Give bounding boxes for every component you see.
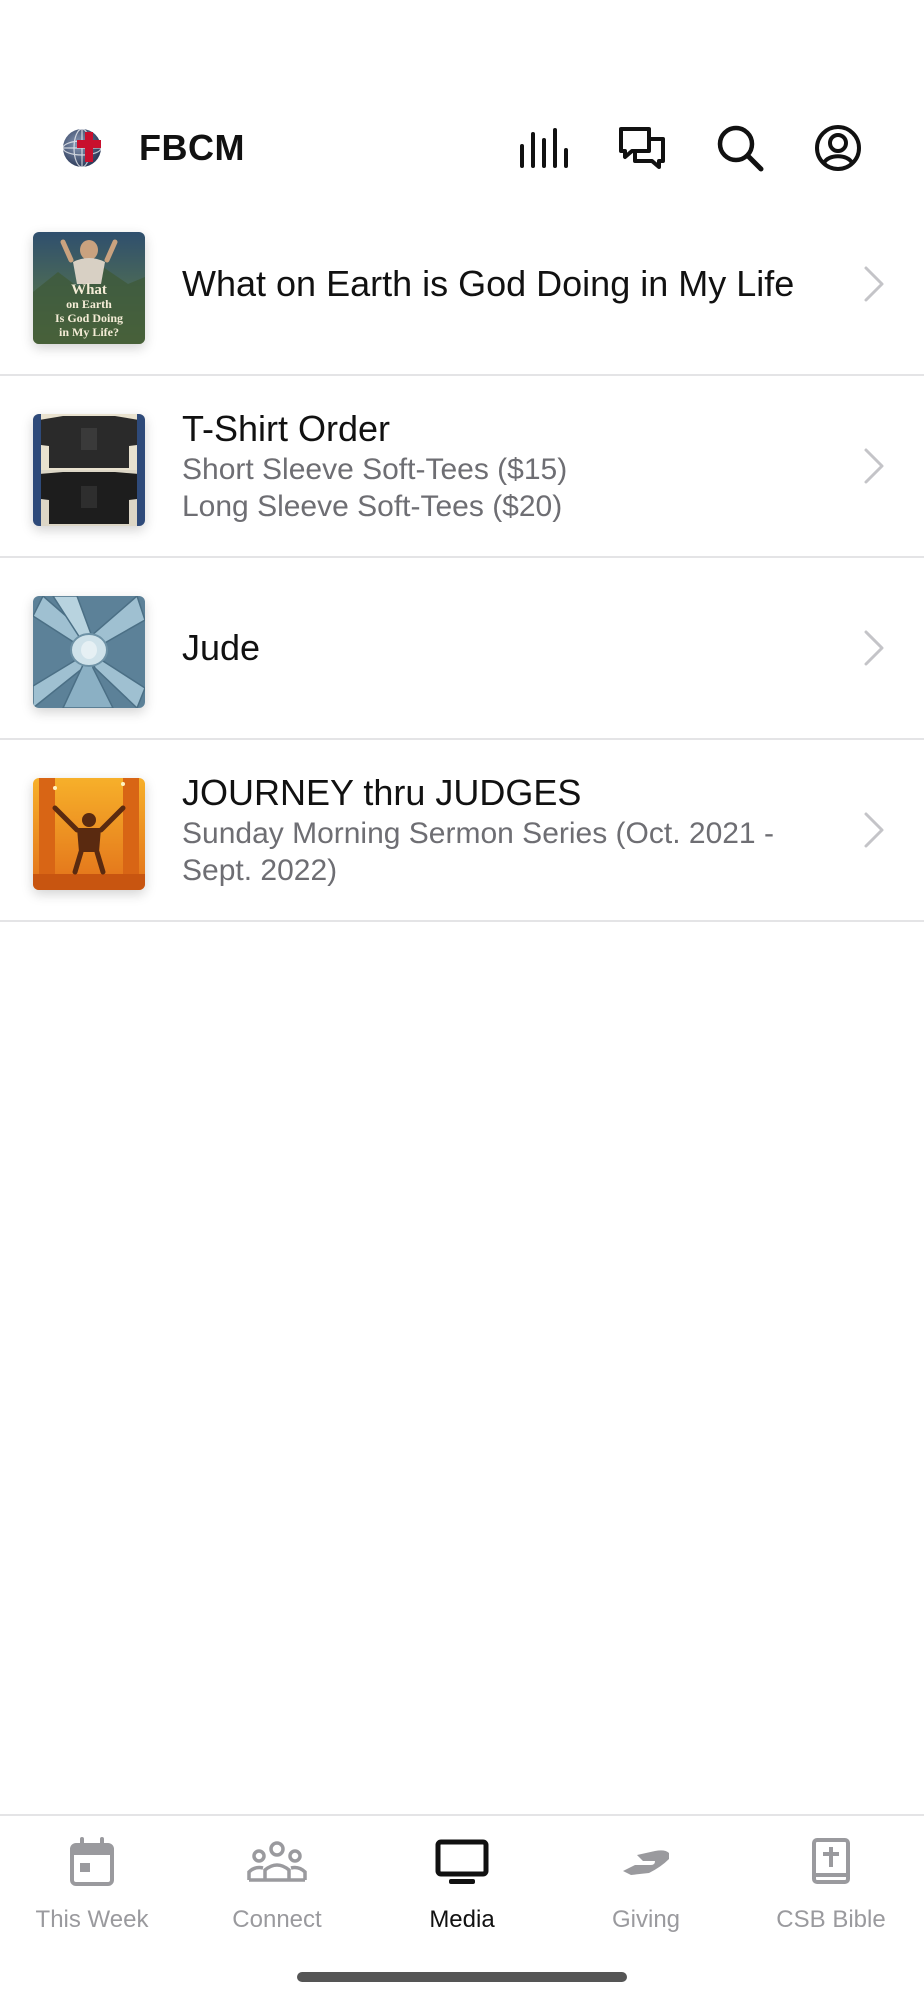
bible-icon	[812, 1838, 850, 1884]
media-item-text: What on Earth is God Doing in My Life	[182, 262, 824, 306]
tab-label: Connect	[232, 1906, 322, 1933]
media-item-title: What on Earth is God Doing in My Life	[182, 263, 795, 304]
tv-icon	[435, 1839, 489, 1884]
home-indicator[interactable]	[297, 1972, 627, 1982]
media-item-title: T-Shirt Order	[182, 408, 391, 449]
chevron-right-icon	[864, 266, 884, 302]
media-item-text: JOURNEY thru JUDGES Sunday Morning Sermo…	[182, 771, 824, 889]
chevron-right-icon	[864, 812, 884, 848]
media-item-subtitle: Long Sleeve Soft-Tees ($20)	[182, 490, 563, 523]
group-icon	[247, 1841, 307, 1882]
calendar-icon	[70, 1837, 114, 1886]
media-list-item[interactable]: Jude	[0, 558, 924, 740]
tab-connect[interactable]: Connect	[185, 1834, 369, 1934]
series-thumbnail	[33, 596, 145, 708]
media-item-subtitle: Short Sleeve Soft-Tees ($15)	[182, 453, 568, 486]
tab-label: Giving	[611, 1906, 681, 1933]
tab-label: This Week	[35, 1906, 149, 1933]
tab-giving[interactable]: Giving	[554, 1834, 738, 1934]
giving-hand-icon	[623, 1850, 669, 1875]
media-list: What on Earth Is God Doing in My Life? W…	[0, 194, 924, 922]
series-thumbnail	[33, 778, 145, 890]
series-thumbnail	[33, 414, 145, 526]
search-icon[interactable]	[714, 122, 766, 174]
thumb-text: Is God Doing	[55, 311, 123, 325]
thumb-text: on Earth	[66, 297, 112, 311]
chevron-right-icon	[864, 630, 884, 666]
media-item-title: JOURNEY thru JUDGES	[182, 772, 582, 813]
audio-bars-icon[interactable]	[518, 122, 570, 174]
tab-label: Media	[429, 1906, 495, 1933]
church-logo[interactable]	[60, 124, 108, 172]
thumb-text: What	[71, 282, 107, 298]
tab-this-week[interactable]: This Week	[0, 1834, 184, 1934]
tab-media[interactable]: Media	[370, 1834, 554, 1934]
media-item-subtitle: Sunday Morning Sermon Series (Oct. 2021 …	[182, 817, 774, 850]
media-list-item[interactable]: What on Earth Is God Doing in My Life? W…	[0, 194, 924, 376]
chat-icon[interactable]	[616, 122, 668, 174]
media-item-text: T-Shirt Order Short Sleeve Soft-Tees ($1…	[182, 407, 824, 525]
app-title: FBCM	[139, 127, 245, 168]
profile-icon[interactable]	[812, 122, 864, 174]
thumb-text: in My Life?	[59, 325, 119, 339]
series-thumbnail: What on Earth Is God Doing in My Life?	[33, 232, 145, 344]
tab-csb-bible[interactable]: CSB Bible	[739, 1834, 923, 1934]
chevron-right-icon	[864, 448, 884, 484]
media-item-subtitle: Sept. 2022)	[182, 854, 338, 887]
media-item-title: Jude	[182, 627, 261, 668]
tab-label: CSB Bible	[776, 1906, 886, 1933]
media-item-text: Jude	[182, 626, 824, 670]
app-header: FBCM	[0, 110, 924, 186]
media-list-item[interactable]: T-Shirt Order Short Sleeve Soft-Tees ($1…	[0, 376, 924, 558]
media-list-item[interactable]: JOURNEY thru JUDGES Sunday Morning Sermo…	[0, 740, 924, 922]
